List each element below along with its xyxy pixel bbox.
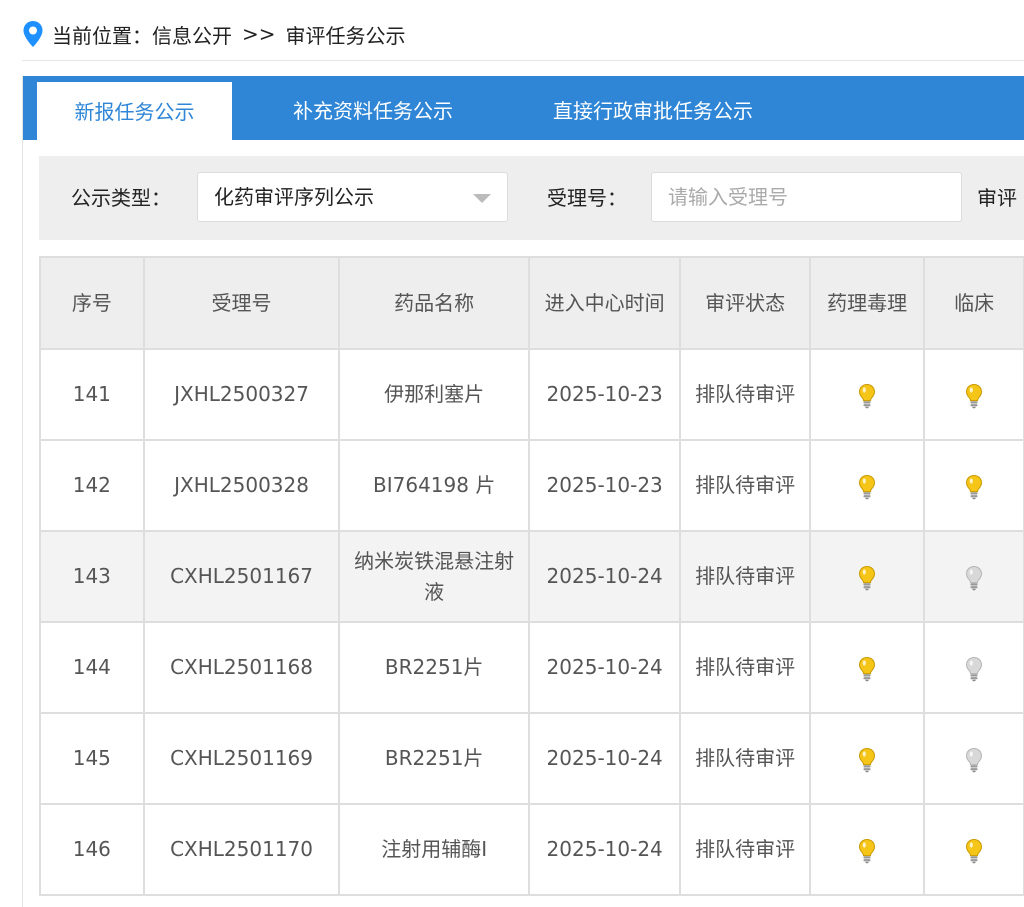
location-pin-icon — [23, 21, 43, 47]
cell-pharmacology — [808, 803, 926, 896]
table-row[interactable]: 144 CXHL2501168 BR2251片 2025-10-24 排队待审评 — [39, 621, 1024, 714]
lightbulb-lit-icon — [859, 474, 876, 499]
cell-no: 145 — [39, 712, 145, 805]
cell-enter-time: 2025-10-23 — [527, 348, 682, 441]
lightbulb-lit-icon — [966, 474, 983, 499]
tab-bar: 新报任务公示 补充资料任务公示 直接行政审批任务公示 — [23, 76, 1024, 140]
cell-review-status: 排队待审评 — [679, 439, 811, 532]
cell-pharmacology — [808, 621, 926, 714]
cell-no: 142 — [39, 439, 145, 532]
review-label: 审评 — [977, 186, 1017, 210]
cell-enter-time: 2025-10-24 — [527, 712, 682, 805]
tab-supplement[interactable]: 补充资料任务公示 — [253, 76, 493, 140]
cell-no: 144 — [39, 621, 145, 714]
chevron-down-icon — [473, 194, 491, 203]
cell-accept-number: CXHL2501170 — [142, 803, 341, 896]
lightbulb-lit-icon — [859, 838, 876, 863]
cell-drug-name: BR2251片 — [338, 712, 530, 805]
lightbulb-lit-icon — [966, 838, 983, 863]
cell-pharmacology — [808, 348, 926, 441]
cell-pharmacology — [808, 530, 926, 623]
cell-drug-name: 伊那利塞片 — [338, 348, 530, 441]
tab-new-report[interactable]: 新报任务公示 — [37, 82, 232, 140]
cell-no: 146 — [39, 803, 145, 896]
table-row[interactable]: 143 CXHL2501167 纳米炭铁混悬注射液 2025-10-24 排队待审评 — [39, 530, 1024, 623]
lightbulb-lit-icon — [859, 656, 876, 681]
cell-clinical — [923, 348, 1024, 441]
lightbulb-unlit-icon — [966, 747, 983, 772]
breadcrumb: 当前位置：信息公开 >> 审评任务公示 — [22, 16, 406, 52]
cell-clinical — [923, 712, 1024, 805]
cell-drug-name: 注射用辅酶I — [338, 803, 530, 896]
breadcrumb-separator: >> — [242, 22, 276, 46]
type-label: 公示类型： — [71, 186, 171, 210]
cell-no: 143 — [39, 530, 145, 623]
tab-direct-approval[interactable]: 直接行政审批任务公示 — [513, 76, 793, 140]
lightbulb-unlit-icon — [966, 565, 983, 590]
header-no: 序号 — [39, 256, 145, 350]
header-accept-number: 受理号 — [142, 256, 341, 350]
cell-enter-time: 2025-10-24 — [527, 530, 682, 623]
cell-drug-name: 纳米炭铁混悬注射液 — [338, 530, 530, 623]
task-panel: 新报任务公示 补充资料任务公示 直接行政审批任务公示 公示类型： 化药审评序列公… — [22, 76, 1024, 907]
header-pharmacology: 药理毒理 — [808, 256, 926, 350]
accept-number-input[interactable]: 请输入受理号 — [651, 172, 962, 222]
cell-accept-number: CXHL2501168 — [142, 621, 341, 714]
header-review-status: 审评状态 — [679, 256, 811, 350]
table-row[interactable]: 146 CXHL2501170 注射用辅酶I 2025-10-24 排队待审评 — [39, 803, 1024, 896]
cell-accept-number: CXHL2501169 — [142, 712, 341, 805]
cell-review-status: 排队待审评 — [679, 803, 811, 896]
header-clinical: 临床 — [923, 256, 1024, 350]
lightbulb-lit-icon — [859, 747, 876, 772]
cell-review-status: 排队待审评 — [679, 348, 811, 441]
table-header-row: 序号 受理号 药品名称 进入中心时间 审评状态 药理毒理 临床 — [39, 256, 1024, 350]
cell-clinical — [923, 621, 1024, 714]
lightbulb-lit-icon — [859, 565, 876, 590]
cell-clinical — [923, 530, 1024, 623]
cell-review-status: 排队待审评 — [679, 621, 811, 714]
cell-enter-time: 2025-10-24 — [527, 621, 682, 714]
divider — [22, 60, 1024, 61]
cell-pharmacology — [808, 439, 926, 532]
cell-enter-time: 2025-10-24 — [527, 803, 682, 896]
accept-label: 受理号： — [547, 186, 627, 210]
type-select[interactable]: 化药审评序列公示 — [197, 172, 508, 222]
lightbulb-lit-icon — [859, 383, 876, 408]
breadcrumb-label: 当前位置：信息公开 — [52, 23, 232, 48]
task-table: 序号 受理号 药品名称 进入中心时间 审评状态 药理毒理 临床 141 JXHL2… — [39, 256, 1024, 896]
table-row[interactable]: 141 JXHL2500327 伊那利塞片 2025-10-23 排队待审评 — [39, 348, 1024, 441]
cell-accept-number: JXHL2500328 — [142, 439, 341, 532]
cell-no: 141 — [39, 348, 145, 441]
cell-enter-time: 2025-10-23 — [527, 439, 682, 532]
lightbulb-lit-icon — [966, 383, 983, 408]
table-row[interactable]: 142 JXHL2500328 BI764198 片 2025-10-23 排队待审评 — [39, 439, 1024, 532]
cell-clinical — [923, 439, 1024, 532]
cell-accept-number: CXHL2501167 — [142, 530, 341, 623]
cell-clinical — [923, 803, 1024, 896]
header-drug-name: 药品名称 — [338, 256, 530, 350]
breadcrumb-current[interactable]: 审评任务公示 — [286, 20, 406, 49]
cell-review-status: 排队待审评 — [679, 712, 811, 805]
cell-drug-name: BI764198 片 — [338, 439, 530, 532]
type-select-value: 化药审评序列公示 — [214, 185, 374, 209]
cell-pharmacology — [808, 712, 926, 805]
table-row[interactable]: 145 CXHL2501169 BR2251片 2025-10-24 排队待审评 — [39, 712, 1024, 805]
header-enter-time: 进入中心时间 — [527, 256, 682, 350]
cell-drug-name: BR2251片 — [338, 621, 530, 714]
cell-accept-number: JXHL2500327 — [142, 348, 341, 441]
filter-bar: 公示类型： 化药审评序列公示 受理号： 请输入受理号 审评 — [39, 156, 1024, 240]
lightbulb-unlit-icon — [966, 656, 983, 681]
cell-review-status: 排队待审评 — [679, 530, 811, 623]
